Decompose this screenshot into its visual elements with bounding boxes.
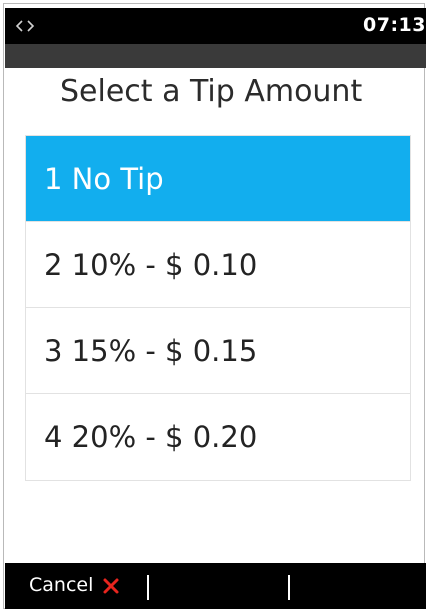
tip-options-list: 1 No Tip 2 10% - $ 0.10 3 15% - $ 0.15 4… [25, 135, 411, 481]
close-x-icon [101, 575, 121, 595]
status-bar: 07:13 [5, 8, 426, 44]
soft-key-divider [288, 575, 290, 600]
soft-key-divider [147, 575, 149, 600]
tip-option-15-percent[interactable]: 3 15% - $ 0.15 [26, 308, 410, 394]
tip-option-20-percent[interactable]: 4 20% - $ 0.20 [26, 394, 410, 480]
soft-key-bar: Cancel [5, 563, 426, 609]
page-title: Select a Tip Amount [60, 74, 363, 109]
cancel-button[interactable]: Cancel [29, 574, 121, 596]
status-time: 07:13 [363, 14, 426, 36]
header-strip [5, 44, 426, 68]
cancel-label: Cancel [29, 574, 94, 596]
tip-option-no-tip[interactable]: 1 No Tip [26, 136, 410, 222]
tip-option-10-percent[interactable]: 2 10% - $ 0.10 [26, 222, 410, 308]
link-arrows-icon [15, 16, 35, 36]
